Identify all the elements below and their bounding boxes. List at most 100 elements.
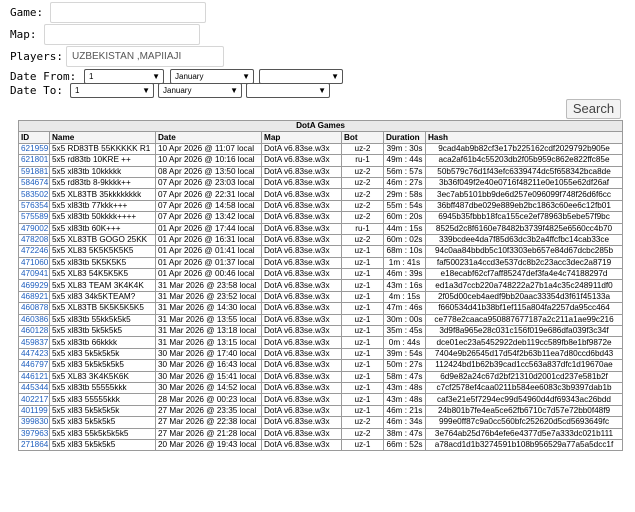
game-id-link[interactable]: 446121: [18, 370, 50, 384]
game-name-cell: 5x5 xl83tb 5k5k5k5: [49, 325, 156, 338]
game-id-link[interactable]: 591881: [18, 165, 50, 178]
game-id-link[interactable]: 460386: [18, 313, 50, 327]
date-from-label: Date From:: [10, 70, 77, 83]
game-id-link[interactable]: 446797: [18, 359, 50, 372]
map-label: Map:: [10, 28, 37, 41]
from-year-select[interactable]: ▼: [259, 69, 343, 84]
game-duration-cell: 38m : 47s: [383, 427, 426, 440]
game-date-cell: 10 Apr 2026 @ 10:16 local: [155, 154, 262, 167]
game-name-cell: 5x5 xl83tb 55555kkk: [49, 381, 156, 395]
game-id-link[interactable]: 459837: [18, 336, 50, 349]
game-hash-cell: 999e0ff87c9a0cc560bfc252620d5cd5693649fc: [424, 416, 624, 429]
players-input[interactable]: UZBEKISTAN ,МАРІІАЈІ: [66, 46, 224, 67]
game-id-link[interactable]: 271864: [18, 438, 50, 452]
game-hash-cell: 7404e9b26545d17d54f2b63b11ea7d80ccd6bd43: [424, 347, 624, 361]
game-map-cell: DotA v6.83se.w3x: [261, 245, 342, 258]
game-duration-cell: 39m : 54s: [383, 347, 426, 361]
table-row: 621959 5x5 RD83TB 55KKKKK R1 10 Apr 2026 @…: [18, 142, 624, 156]
game-hash-cell: f660534d41b38bf1ef115a804fa2257da95cc464: [424, 302, 624, 315]
game-duration-cell: 46m : 21s: [383, 404, 426, 418]
from-month-select[interactable]: January ▼: [170, 69, 254, 84]
game-id-link[interactable]: 469929: [18, 279, 50, 292]
game-bot-cell: uz-2: [341, 199, 384, 213]
table-row: 576354 5x5 xl83tb 77kkk+++ 07 Apr 2026 @ 1…: [18, 199, 624, 213]
game-id-link[interactable]: 445344: [18, 381, 50, 395]
game-id-link[interactable]: 447423: [18, 347, 50, 361]
game-duration-cell: 56m : 57s: [383, 165, 426, 178]
game-date-cell: 01 Apr 2026 @ 00:46 local: [155, 268, 262, 281]
game-id-link[interactable]: 576354: [18, 199, 50, 213]
chevron-down-icon: ▼: [318, 86, 326, 95]
game-duration-cell: 1m : 41s: [383, 256, 426, 270]
game-name-cell: 5x5 xl83tb 77kkk+++: [49, 199, 156, 213]
game-hash-cell: 2f05d00ceb4aedf9bb20aac33354d3f61f45133a: [424, 290, 624, 304]
game-id-link[interactable]: 468921: [18, 290, 50, 304]
game-map-cell: DotA v6.83se.w3x: [261, 165, 342, 178]
column-header: Bot: [341, 131, 384, 144]
table-row: 468921 5x5 xl83 34k5KTEAM? 31 Mar 2026 @ 2…: [18, 290, 624, 304]
game-id-link[interactable]: 460878: [18, 302, 50, 315]
game-id-link[interactable]: 470941: [18, 268, 50, 281]
game-id-link[interactable]: 479002: [18, 222, 50, 235]
column-header: Map: [261, 131, 342, 144]
table-row: 472246 5x5 XL83 5K5K5K5K5 01 Apr 2026 @ 01…: [18, 245, 624, 258]
game-map-cell: DotA v6.83se.w3x: [261, 142, 342, 156]
game-map-cell: DotA v6.83se.w3x: [261, 290, 342, 304]
game-id-link[interactable]: 471060: [18, 256, 50, 270]
game-hash-cell: 6945b35fbbb18fca155ce2ef78963b5ebe57f9bc: [424, 211, 624, 224]
game-name-cell: 5x5 XL83 54K5K5K5: [49, 268, 156, 281]
game-hash-cell: dce01ec23a5452922deb119cc589fb8e1bf9872e: [424, 336, 624, 349]
map-input[interactable]: [44, 24, 200, 45]
table-row: 460878 5x5 XL83TB 5K5K5K5K5 31 Mar 2026 @ …: [18, 302, 624, 315]
game-date-cell: 01 Apr 2026 @ 16:31 local: [155, 233, 262, 247]
column-header: ID: [18, 131, 50, 144]
chevron-down-icon: ▼: [152, 72, 160, 81]
game-name-cell: 5x5 xl83 34k5KTEAM?: [49, 290, 156, 304]
game-hash-cell: 3d9f8a965e28c031c156f019e686dfa039f3c34f: [424, 325, 624, 338]
game-map-cell: DotA v6.83se.w3x: [261, 256, 342, 270]
game-bot-cell: uz-1: [341, 438, 384, 452]
from-day-select[interactable]: 1 ▼: [84, 69, 164, 84]
game-date-cell: 31 Mar 2026 @ 13:55 local: [155, 313, 262, 327]
game-hash-cell: 36bff487dbe029e889eb2bc1863c60ee6c12fb01: [424, 199, 624, 213]
game-bot-cell: uz-1: [341, 381, 384, 395]
game-id-link[interactable]: 472246: [18, 245, 50, 258]
game-duration-cell: 43m : 16s: [383, 279, 426, 292]
table-row: 402217 5x5 xl83 55555kkk 28 Mar 2026 @ 00:…: [18, 393, 624, 406]
game-input[interactable]: [50, 2, 206, 23]
to-year-select[interactable]: ▼: [246, 83, 330, 98]
to-month-select[interactable]: January ▼: [158, 83, 242, 98]
game-duration-cell: 60m : 02s: [383, 233, 426, 247]
game-bot-cell: uz-2: [341, 176, 384, 190]
game-duration-cell: 50m : 27s: [383, 359, 426, 372]
game-name-cell: 5x5 xl83 55555kkk: [49, 393, 156, 406]
game-duration-cell: 4m : 15s: [383, 290, 426, 304]
game-id-link[interactable]: 621959: [18, 142, 50, 156]
game-id-link[interactable]: 583502: [18, 188, 50, 201]
game-id-link[interactable]: 575589: [18, 211, 50, 224]
game-id-link[interactable]: 402217: [18, 393, 50, 406]
chevron-down-icon: ▼: [230, 86, 238, 95]
game-id-link[interactable]: 460128: [18, 325, 50, 338]
game-id-link[interactable]: 478208: [18, 233, 50, 247]
game-name-cell: 5x5 xl83 5k5k5k5k: [49, 404, 156, 418]
game-id-link[interactable]: 584674: [18, 176, 50, 190]
to-day-select[interactable]: 1 ▼: [70, 83, 154, 98]
game-id-link[interactable]: 621801: [18, 154, 50, 167]
game-date-cell: 07 Apr 2026 @ 13:42 local: [155, 211, 262, 224]
column-header: Duration: [383, 131, 426, 144]
game-date-cell: 07 Apr 2026 @ 22:31 local: [155, 188, 262, 201]
game-id-link[interactable]: 401199: [18, 404, 50, 418]
game-duration-cell: 66m : 52s: [383, 438, 426, 452]
game-bot-cell: ru-1: [341, 222, 384, 235]
table-row: 401199 5x5 xl83 5k5k5k5k 27 Mar 2026 @ 23:…: [18, 404, 624, 418]
game-name-cell: 5x5 xl83 5k5k5k5: [49, 438, 156, 452]
game-hash-cell: c7cf2578ef4caa0211b584ee6083c3b9397dab1b: [424, 381, 624, 395]
game-map-cell: DotA v6.83se.w3x: [261, 336, 342, 349]
search-button[interactable]: Search: [566, 99, 621, 119]
game-bot-cell: uz-1: [341, 336, 384, 349]
game-name-cell: 5x5 xl83tb 55kk5k5k5: [49, 313, 156, 327]
table-row: 445344 5x5 xl83tb 55555kkk 30 Mar 2026 @ 1…: [18, 381, 624, 395]
game-id-link[interactable]: 397963: [18, 427, 50, 440]
game-id-link[interactable]: 399830: [18, 416, 50, 429]
